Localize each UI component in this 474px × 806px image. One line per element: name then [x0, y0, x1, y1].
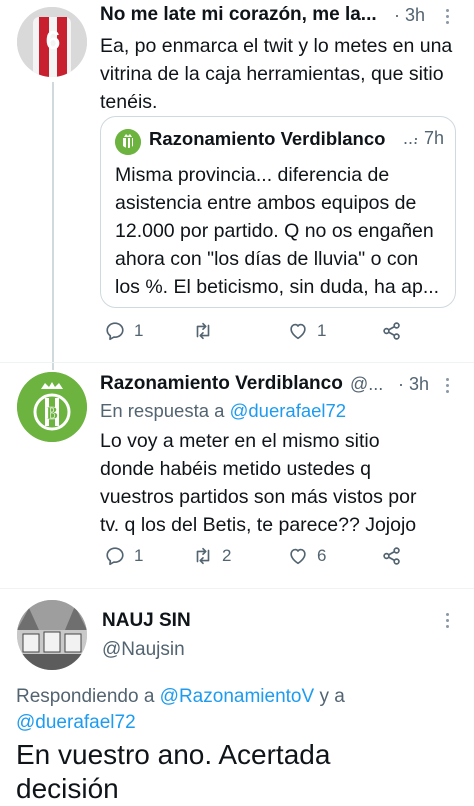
reply-count: 1 [134, 321, 144, 340]
tweet-author-name[interactable]: No me late mi corazón, me la... [100, 4, 392, 26]
reply-prefix: En respuesta a [100, 400, 225, 421]
heart-icon [290, 548, 306, 565]
avatar[interactable]: B [17, 372, 87, 442]
reply-count: 1 [134, 546, 144, 565]
tweet-text: Ea, po enmarca el twit y lo metes en una… [100, 35, 453, 113]
reply-button[interactable]: 1 [104, 545, 143, 567]
reply-joiner: y a [319, 686, 345, 707]
retweet-icon [196, 547, 210, 565]
svg-text:B: B [46, 403, 58, 423]
tweet-author-name[interactable]: Razonamiento Verdiblanco [100, 373, 343, 395]
like-count: 6 [317, 546, 327, 565]
tweet-divider [0, 588, 474, 589]
like-button[interactable]: 1 [287, 320, 326, 342]
avatar[interactable] [17, 600, 87, 670]
thread-connector-line [52, 82, 54, 370]
retweet-button[interactable]: 2 [192, 545, 231, 567]
reply-to-link[interactable]: @RazonamientoV [160, 686, 314, 707]
retweet-button[interactable] [192, 320, 222, 342]
quoted-timestamp: · 7h [413, 128, 445, 148]
quoted-tweet-text: Misma provincia... diferencia de asisten… [115, 164, 440, 298]
share-button[interactable] [381, 545, 403, 567]
reply-button[interactable]: 1 [104, 320, 143, 342]
share-icon [383, 547, 400, 565]
share-icon [383, 322, 400, 340]
reply-to-link[interactable]: @duerafael72 [230, 400, 347, 421]
tweet-timestamp[interactable]: · 3h [398, 374, 429, 395]
quoted-author-name: Razonamiento Verdiblanco [149, 128, 386, 149]
reply-context: En respuesta a @duerafael72 [100, 400, 346, 422]
like-count: 1 [317, 321, 327, 340]
retweet-icon [196, 322, 210, 340]
reply-icon [106, 547, 124, 566]
betis-crest-icon: B [17, 372, 87, 442]
tweet-text: Lo voy a meter en el mismo sitio donde h… [100, 430, 417, 536]
svg-text:6: 6 [46, 25, 60, 55]
reply-prefix: Respondiendo a [16, 686, 155, 707]
quoted-tweet-card[interactable]: Razonamiento Verdiblanco ... · 7h Misma … [100, 116, 456, 308]
reply-icon [106, 322, 124, 341]
share-button[interactable] [381, 320, 403, 342]
more-options-icon[interactable] [444, 613, 450, 628]
reply-to-link[interactable]: @duerafael72 [16, 712, 136, 733]
tweet-handle[interactable]: @Naujsin [102, 639, 185, 661]
avatar-photo: 6 [17, 7, 87, 77]
like-button[interactable]: 6 [287, 545, 326, 567]
reply-context: Respondiendo a @RazonamientoV y a @duera… [16, 684, 456, 736]
avatar-photo [17, 600, 87, 670]
more-options-icon[interactable] [444, 9, 450, 24]
tweet-divider [0, 362, 474, 363]
more-options-icon[interactable] [444, 378, 450, 393]
tweet-handle[interactable]: @... [350, 374, 383, 395]
quoted-avatar [115, 129, 141, 155]
tweet-author-name[interactable]: NAUJ SIN [102, 610, 191, 632]
heart-icon [290, 323, 306, 340]
avatar[interactable]: 6 [17, 7, 87, 77]
betis-crest-icon [115, 129, 141, 155]
tweet-text: En vuestro ano. Acertada decisión [16, 739, 331, 804]
retweet-count: 2 [222, 546, 232, 565]
tweet-timestamp[interactable]: · 3h [394, 5, 425, 26]
